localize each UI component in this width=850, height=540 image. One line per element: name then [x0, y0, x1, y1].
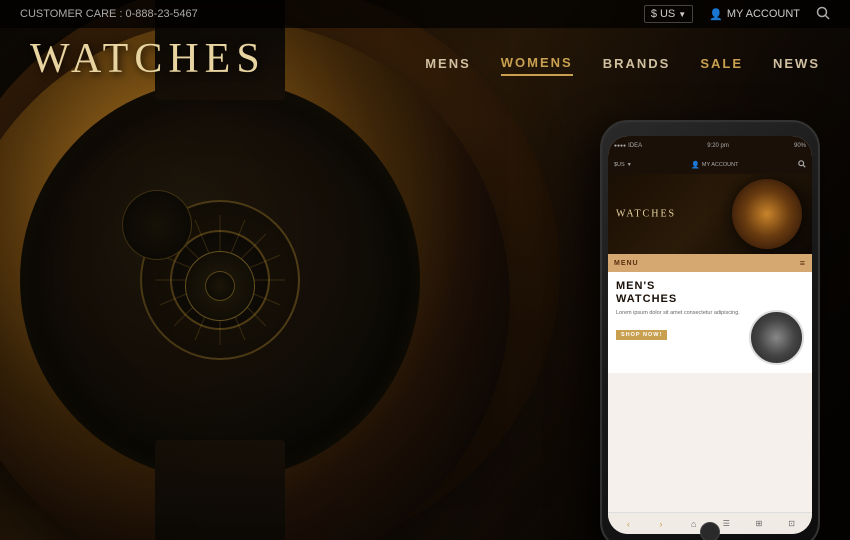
nav-links: MENS WOMENS BRANDS SALE NEWS [425, 55, 820, 76]
phone-nav-home[interactable]: ⌂ [688, 518, 700, 530]
watch-face [20, 80, 420, 480]
logo-text: WATCHES [30, 36, 266, 82]
phone-screen: ●●●● IDEA 9:20 pm 90% $US ▼ 👤 MY ACCOUNT [608, 136, 812, 534]
main-nav: WATCHES MENS WOMENS BRANDS SALE NEWS [0, 0, 850, 100]
phone-nav-back[interactable]: ‹ [622, 518, 634, 530]
nav-link-womens[interactable]: WOMENS [501, 55, 573, 76]
phone-title-line2: WATCHES [616, 293, 804, 306]
phone-header: $US ▼ 👤 MY ACCOUNT [608, 156, 812, 174]
phone-watch-mini [732, 179, 802, 249]
phone-nav-forward[interactable]: › [655, 518, 667, 530]
phone-hamburger-icon: ≡ [800, 258, 806, 268]
phone-time: 9:20 pm [707, 143, 729, 149]
phone-mockup: ●●●● IDEA 9:20 pm 90% $US ▼ 👤 MY ACCOUNT [600, 120, 820, 540]
phone-menu-bar: MENU ≡ [608, 254, 812, 272]
nav-link-mens[interactable]: MENS [425, 56, 471, 75]
gear-secondary [122, 190, 192, 260]
phone-content-body: Lorem ipsum dolor sit amet consectetur a… [616, 310, 804, 365]
phone-content-title: MEN'S WATCHES [616, 280, 804, 306]
tourbillon [185, 251, 255, 321]
phone-account: 👤 MY ACCOUNT [691, 161, 738, 169]
phone-battery: 90% [794, 143, 806, 149]
nav-link-news[interactable]: NEWS [773, 56, 820, 75]
phone-content: MEN'S WATCHES Lorem ipsum dolor sit amet… [608, 272, 812, 373]
phone-shop-button[interactable]: SHOP NOW! [616, 330, 667, 340]
phone-text-area: Lorem ipsum dolor sit amet consectetur a… [616, 310, 743, 341]
phone-status-bar: ●●●● IDEA 9:20 pm 90% [608, 136, 812, 156]
phone-signal: ●●●● IDEA [614, 143, 642, 149]
phone-currency-arrow: ▼ [627, 162, 632, 168]
hero-section: CUSTOMER CARE : 0-888-23-5467 $ US ▼ 👤 M… [0, 0, 850, 540]
logo: WATCHES [30, 38, 266, 80]
phone-currency: $US ▼ [614, 162, 632, 168]
phone-nav-grid[interactable]: ⊞ [753, 518, 765, 530]
tourbillon-inner [205, 271, 235, 301]
phone-nav-menu[interactable]: ☰ [720, 518, 732, 530]
phone-hero: WATCHES [608, 174, 812, 254]
phone-nav-bookmark[interactable]: ⊡ [786, 518, 798, 530]
phone-description: Lorem ipsum dolor sit amet consectetur a… [616, 310, 743, 318]
phone-menu-label: MENU [614, 260, 639, 267]
phone-watch-thumbnail [749, 310, 804, 365]
phone-search-icon [798, 160, 806, 170]
phone-account-icon: 👤 [691, 161, 700, 169]
strap-bottom [155, 440, 285, 540]
phone-logo: WATCHES [616, 209, 676, 220]
nav-link-sale[interactable]: SALE [700, 56, 743, 75]
phone-title-line1: MEN'S [616, 280, 804, 293]
watch-gears-container [80, 140, 360, 420]
phone-home-button[interactable] [700, 522, 720, 540]
nav-link-brands[interactable]: BRANDS [603, 56, 671, 75]
